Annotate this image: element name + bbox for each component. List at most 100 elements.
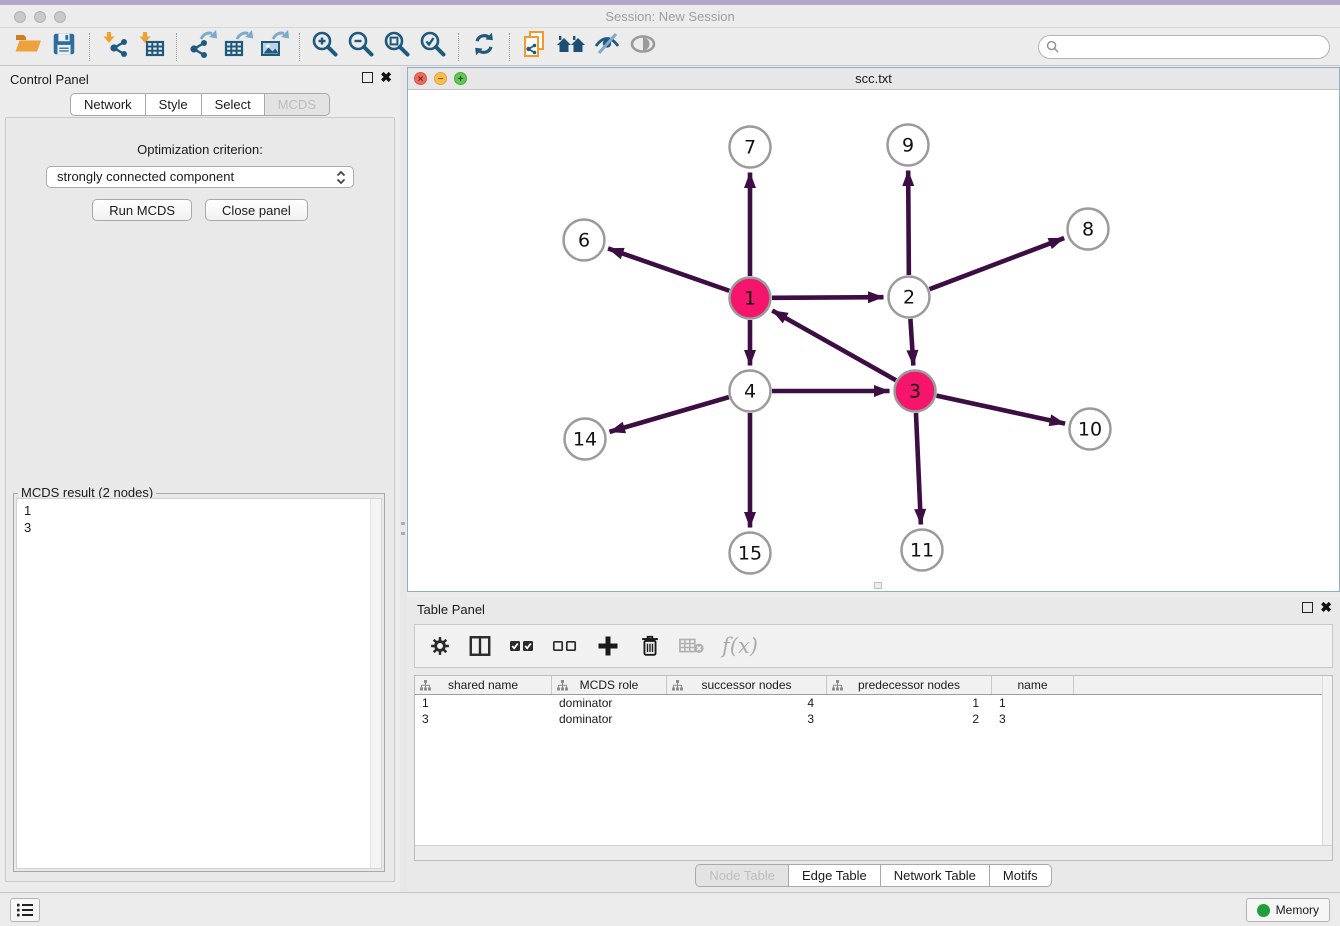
node-11[interactable]: 11 — [902, 530, 943, 571]
export-image-button[interactable] — [256, 31, 292, 63]
delete-column-button[interactable] — [638, 633, 662, 659]
tab-motifs[interactable]: Motifs — [990, 864, 1052, 887]
memory-button[interactable]: Memory — [1246, 898, 1330, 922]
zoom-selected-button[interactable] — [415, 31, 451, 63]
network-canvas[interactable]: 1 2 3 4 6 7 8 9 10 11 14 15 — [408, 90, 1339, 591]
toolbar-separator — [299, 33, 300, 61]
save-session-button[interactable] — [46, 31, 82, 63]
table-cell[interactable]: 3 — [667, 711, 827, 727]
edge-3-1[interactable] — [772, 311, 896, 381]
tab-edge-table[interactable]: Edge Table — [789, 864, 881, 887]
column-header-successor-nodes[interactable]: successor nodes — [667, 676, 827, 694]
edge-2-8[interactable] — [930, 238, 1065, 289]
import-network-button[interactable] — [97, 31, 133, 63]
task-history-button[interactable] — [10, 898, 40, 922]
node-7[interactable]: 7 — [730, 127, 771, 168]
table-cell[interactable]: 4 — [667, 695, 827, 711]
node-9[interactable]: 9 — [888, 125, 929, 166]
select-all-button[interactable] — [509, 633, 535, 659]
edge-2-9[interactable] — [908, 170, 909, 275]
table-horizontal-scrollbar[interactable] — [415, 845, 1332, 860]
tab-select[interactable]: Select — [202, 93, 265, 116]
table-cell[interactable]: 3 — [992, 711, 1074, 727]
optimization-criterion-dropdown[interactable]: strongly connected component — [46, 166, 354, 188]
close-panel-icon[interactable]: ✖ — [380, 72, 392, 83]
node-10[interactable]: 10 — [1070, 409, 1111, 450]
table-cell[interactable]: 1 — [992, 695, 1074, 711]
column-header-shared-name[interactable]: shared name — [415, 676, 552, 694]
search-container — [1038, 35, 1330, 59]
node-15[interactable]: 15 — [730, 533, 771, 574]
open-session-button[interactable] — [10, 31, 46, 63]
result-line: 3 — [17, 519, 381, 536]
close-table-panel-icon[interactable]: ✖ — [1320, 602, 1332, 613]
node-table: shared name MCDS role successor nodesprede… — [414, 675, 1333, 861]
search-input[interactable] — [1038, 35, 1330, 59]
node-8[interactable]: 8 — [1068, 209, 1109, 250]
close-panel-button[interactable]: Close panel — [205, 199, 308, 221]
open-folder-icon — [13, 29, 43, 64]
edge-1-2[interactable] — [772, 297, 884, 298]
table-cell[interactable]: 1 — [827, 695, 992, 711]
export-network-button[interactable] — [184, 31, 220, 63]
export-table-button[interactable] — [220, 31, 256, 63]
node-4[interactable]: 4 — [730, 371, 771, 412]
node-2[interactable]: 2 — [889, 277, 930, 318]
memory-label: Memory — [1276, 903, 1319, 917]
tab-node-table[interactable]: Node Table — [695, 864, 789, 887]
node-3[interactable]: 3 — [895, 371, 936, 412]
table-cell[interactable]: dominator — [552, 695, 667, 711]
edge-2-3[interactable] — [910, 319, 913, 366]
node-14[interactable]: 14 — [565, 419, 606, 460]
tab-network[interactable]: Network — [70, 93, 146, 116]
table-cell[interactable]: 3 — [415, 711, 552, 727]
zoom-in-button[interactable] — [307, 31, 343, 63]
tab-network-table[interactable]: Network Table — [881, 864, 990, 887]
run-mcds-button[interactable]: Run MCDS — [92, 199, 192, 221]
import-table-icon — [136, 29, 166, 64]
table-settings-button[interactable] — [429, 635, 451, 657]
table-cell[interactable]: 2 — [827, 711, 992, 727]
result-scrollbar[interactable] — [370, 499, 381, 868]
show-columns-button[interactable] — [468, 634, 492, 658]
column-header-predecessor-nodes[interactable]: predecessor nodes — [827, 676, 992, 694]
toolbar-separator — [509, 33, 510, 61]
network-window-titlebar[interactable]: × − + scc.txt — [408, 68, 1339, 90]
add-column-button[interactable] — [595, 633, 621, 659]
panel-splitter[interactable] — [400, 67, 407, 892]
hide-selected-button[interactable] — [589, 31, 625, 63]
table-row[interactable]: 3dominator323 — [415, 711, 1332, 727]
table-cell[interactable]: dominator — [552, 711, 667, 727]
show-all-button[interactable] — [625, 31, 661, 63]
deselect-all-button[interactable] — [552, 633, 578, 659]
delete-table-icon — [679, 635, 705, 657]
edge-3-11[interactable] — [916, 413, 921, 525]
edge-1-6[interactable] — [608, 248, 729, 290]
node-1[interactable]: 1 — [730, 278, 771, 319]
table-panel: Table Panel ✖ f(x) shared nameMCDS roles… — [407, 597, 1340, 892]
control-panel-header: Control Panel ✖ — [0, 67, 400, 93]
node-6[interactable]: 6 — [564, 220, 605, 261]
window-resize-handle[interactable] — [874, 582, 882, 589]
column-header-mcds-role[interactable]: MCDS role — [552, 676, 667, 694]
refresh-button[interactable] — [466, 31, 502, 63]
zoom-fit-button[interactable] — [379, 31, 415, 63]
import-table-button[interactable] — [133, 31, 169, 63]
table-row[interactable]: 1dominator411 — [415, 695, 1332, 711]
float-table-panel-icon[interactable] — [1302, 602, 1313, 613]
node-label: 14 — [573, 429, 597, 451]
zoom-out-button[interactable] — [343, 31, 379, 63]
edge-4-14[interactable] — [609, 397, 728, 432]
edge-3-10[interactable] — [936, 396, 1065, 424]
table-cell[interactable]: 1 — [415, 695, 552, 711]
float-panel-icon[interactable] — [362, 72, 373, 83]
tab-mcds[interactable]: MCDS — [265, 93, 330, 116]
tab-style[interactable]: Style — [146, 93, 202, 116]
table-vertical-scrollbar[interactable] — [1322, 676, 1332, 845]
houses-button[interactable] — [553, 31, 589, 63]
table-panel-title: Table Panel — [417, 602, 485, 617]
column-label: MCDS role — [580, 678, 639, 692]
clone-network-button[interactable] — [517, 31, 553, 63]
column-header-name[interactable]: name — [992, 676, 1074, 694]
mcds-result-textarea[interactable]: 13 — [16, 498, 382, 869]
